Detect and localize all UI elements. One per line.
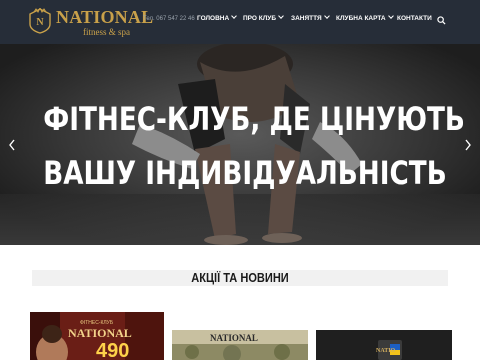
news-card-1-number: 490 bbox=[96, 340, 130, 360]
hero-slider: ФІТНЕС-КЛУБ, ДЕ ЦІНУЮТЬ ВАШУ ІНДИВІДУАЛЬ… bbox=[0, 44, 480, 245]
chevron-down-icon bbox=[323, 13, 330, 19]
chevron-left-icon[interactable] bbox=[8, 138, 16, 152]
nav-label: ГОЛОВНА bbox=[197, 15, 230, 22]
nav-item-classes[interactable]: ЗАНЯТТЯ bbox=[291, 13, 330, 22]
news-card-2[interactable]: NATIONAL bbox=[172, 330, 308, 360]
site-header: N NATIONAL fitness & spa Тел. 067 547 22… bbox=[0, 0, 480, 44]
search-icon[interactable] bbox=[437, 16, 446, 25]
news-card-2-brand: NATIONAL bbox=[210, 333, 258, 343]
nav-label: КЛУБНА КАРТА bbox=[336, 15, 386, 22]
news-card-1-brand: NATIONAL bbox=[68, 326, 132, 340]
news-card-3-image bbox=[316, 330, 452, 360]
nav-label: ЗАНЯТТЯ bbox=[291, 15, 322, 22]
logo-subtitle: fitness & spa bbox=[83, 27, 130, 37]
logo[interactable]: N NATIONAL fitness & spa bbox=[28, 7, 153, 37]
svg-text:N: N bbox=[36, 17, 44, 28]
nav-item-home[interactable]: ГОЛОВНА bbox=[197, 13, 238, 22]
nav-item-about[interactable]: ПРО КЛУБ bbox=[243, 13, 284, 22]
chevron-down-icon bbox=[231, 13, 238, 19]
hero-headline-line-1: ФІТНЕС-КЛУБ, ДЕ ЦІНУЮТЬ bbox=[43, 100, 465, 138]
chevron-right-icon[interactable] bbox=[464, 138, 472, 152]
nav-item-contacts[interactable]: КОНТАКТИ bbox=[397, 15, 432, 22]
logo-name: NATIONAL bbox=[56, 7, 154, 27]
chevron-down-icon bbox=[278, 13, 284, 19]
chevron-down-icon bbox=[387, 13, 394, 19]
hero-headline-line-2: ВАШУ ІНДИВІДУАЛЬНІСТЬ bbox=[43, 154, 447, 192]
nav-item-club-card[interactable]: КЛУБНА КАРТА bbox=[336, 13, 394, 22]
news-card-3-brand: NATIO bbox=[376, 348, 396, 354]
logo-crest-icon: N bbox=[29, 8, 51, 34]
phone-number[interactable]: Тел. 067 547 22 46 bbox=[143, 16, 195, 22]
nav-label: КОНТАКТИ bbox=[397, 15, 432, 22]
news-card-1[interactable]: ФІТНЕС-КЛУБ NATIONAL 490 bbox=[30, 312, 164, 360]
hero-background-image bbox=[0, 44, 480, 245]
section-title: АКЦІЇ ТА НОВИНИ bbox=[191, 270, 289, 285]
nav-label: ПРО КЛУБ bbox=[243, 15, 277, 22]
news-card-3[interactable]: NATIO bbox=[316, 330, 452, 360]
